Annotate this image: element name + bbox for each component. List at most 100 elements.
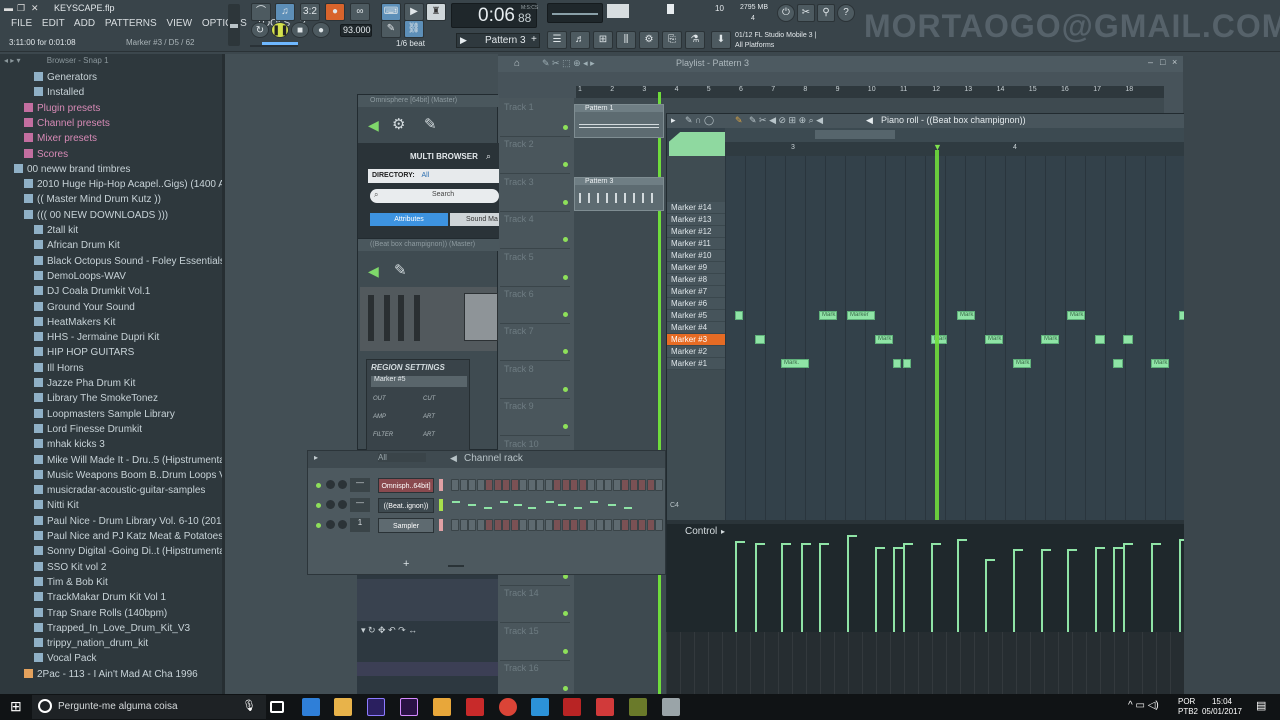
track-mute-led[interactable]: [563, 648, 568, 654]
record-mode-button[interactable]: ●: [325, 3, 345, 21]
piano-roll-tools-icons[interactable]: ✎ ∩ ◯: [685, 115, 714, 126]
menu-add[interactable]: ADD: [74, 18, 95, 29]
add-pattern-icon[interactable]: +: [531, 34, 537, 45]
track-header[interactable]: Track 7: [500, 324, 570, 362]
track-mute-led[interactable]: [563, 386, 568, 392]
marker-key[interactable]: Marker #7: [667, 286, 725, 298]
step-button[interactable]: [646, 479, 655, 491]
add-channel-button[interactable]: +: [403, 558, 409, 570]
menu-options[interactable]: OPTIONS: [202, 18, 247, 29]
pattern-clip-3[interactable]: Pattern 3: [574, 177, 664, 211]
plugin-picker-icon[interactable]: ⚗: [685, 31, 705, 49]
browser-item[interactable]: Mixer presets: [0, 131, 222, 146]
attributes-tab[interactable]: Attributes: [370, 213, 448, 226]
sampler-fader-2[interactable]: [384, 295, 390, 341]
channel-led[interactable]: [316, 503, 321, 508]
channel-select-indicator[interactable]: [439, 499, 443, 511]
step-button[interactable]: [629, 479, 638, 491]
time-sig-button[interactable]: 3:2: [300, 3, 320, 21]
chrome-icon[interactable]: [499, 698, 517, 716]
step-button[interactable]: [655, 479, 663, 491]
step-button[interactable]: [587, 479, 595, 491]
step-button[interactable]: [553, 519, 561, 531]
maps-icon[interactable]: [531, 698, 549, 716]
note[interactable]: Mark.: [781, 359, 809, 368]
browser-icon[interactable]: ⎘: [662, 31, 682, 49]
track-header[interactable]: Track 14: [500, 586, 570, 624]
track-header[interactable]: Track 9: [500, 399, 570, 437]
browser-item[interactable]: HIP HOP GUITARS: [0, 345, 222, 360]
browser-item[interactable]: Lord Finesse Drumkit: [0, 422, 222, 437]
record-button[interactable]: ●: [312, 22, 330, 38]
file-explorer-icon[interactable]: [334, 698, 352, 716]
channel-pan-knob[interactable]: [326, 480, 335, 489]
piano-roll-playhead[interactable]: [935, 150, 939, 520]
track-mute-led[interactable]: [563, 686, 568, 691]
step-button[interactable]: [638, 479, 646, 491]
sampler-fader-3[interactable]: [398, 295, 404, 341]
note[interactable]: [893, 359, 901, 368]
menu-file[interactable]: FILE: [11, 18, 32, 29]
beatbox-active-icon[interactable]: ◀: [368, 263, 379, 280]
browser-item[interactable]: SSO Kit vol 2: [0, 560, 222, 575]
browser-item[interactable]: Sonny Digital -Going Di..t (Hipstrumenta…: [0, 544, 257, 559]
step-button[interactable]: [459, 479, 468, 491]
browser-item[interactable]: Paul Nice and PJ Katz Meat & Potatoes Vo…: [0, 529, 273, 544]
track-mute-led[interactable]: [563, 274, 568, 280]
windows-start-icon[interactable]: ⊞: [10, 698, 22, 715]
draw-tool-icon[interactable]: ✎: [735, 115, 743, 126]
playlist-tools-icon[interactable]: ✎ ✂ ⬚ ⊕ ◂ ▸: [542, 58, 595, 69]
step-button[interactable]: [570, 479, 578, 491]
track-mute-led[interactable]: [563, 611, 568, 617]
step-button[interactable]: [468, 519, 476, 531]
browser-item[interactable]: Trapped_In_Love_Drum_Kit_V3: [0, 621, 222, 636]
channel-mixer-track[interactable]: —: [350, 498, 370, 512]
app-icon-red[interactable]: [466, 698, 484, 716]
playlist-close-icon[interactable]: ×: [1172, 57, 1177, 67]
note[interactable]: [1113, 359, 1123, 368]
channel-name-button[interactable]: Omnisph..64bit]: [378, 478, 434, 493]
marker-key[interactable]: Marker #6: [667, 298, 725, 310]
browser-item[interactable]: Black Octopus Sound - Foley Essentials b…: [0, 254, 254, 269]
step-button[interactable]: [510, 479, 519, 491]
browser-item[interactable]: Installed: [0, 85, 222, 100]
menu-edit[interactable]: EDIT: [42, 18, 65, 29]
step-button[interactable]: [493, 519, 502, 531]
browser-item[interactable]: DJ Coala Drumkit Vol.1: [0, 284, 222, 299]
channel-pan-knob[interactable]: [326, 500, 335, 509]
browser-item[interactable]: 2010 Huge Hip-Hop Acapel..Gigs) (1400 Ac…: [0, 177, 265, 192]
time-display[interactable]: 0:06 88 M:S:CS: [451, 3, 538, 28]
menu-patterns[interactable]: PATTERNS: [105, 18, 157, 29]
browser-item[interactable]: (( Master Mind Drum Kutz )): [0, 192, 222, 207]
velocity-bar[interactable]: [1041, 551, 1043, 637]
track-mute-led[interactable]: [563, 237, 568, 243]
step-button[interactable]: [468, 479, 476, 491]
playlist-min-icon[interactable]: –: [1148, 57, 1153, 67]
news-panel[interactable]: 01/12 FL Studio Mobile 3 | All Platforms: [735, 31, 816, 51]
step-button[interactable]: [570, 519, 578, 531]
note[interactable]: Mark.: [819, 311, 837, 320]
velocity-bar[interactable]: [1095, 549, 1097, 637]
loop-icon[interactable]: ↻: [251, 22, 269, 38]
play-sync-button[interactable]: ▶: [404, 3, 424, 21]
step-button[interactable]: [502, 519, 510, 531]
marker-key[interactable]: Marker #14: [667, 202, 725, 214]
download-icon[interactable]: ⬇: [711, 31, 731, 49]
velocity-bar[interactable]: [1151, 545, 1153, 637]
fl-studio-icon[interactable]: [433, 698, 451, 716]
playlist-menu-icon[interactable]: ⌂: [514, 58, 520, 69]
step-button[interactable]: [638, 519, 646, 531]
browser-item[interactable]: Ground Your Sound: [0, 300, 222, 315]
step-button[interactable]: [459, 519, 468, 531]
tools-icon[interactable]: ✂: [797, 4, 815, 22]
pattern-song-icon[interactable]: ⌒: [251, 3, 271, 21]
wrench-icon[interactable]: ✎: [424, 115, 437, 133]
piano-roll-speaker-icon[interactable]: ◀: [866, 115, 873, 126]
note[interactable]: [755, 335, 765, 344]
pause-button[interactable]: ❚❚: [271, 22, 289, 38]
track-mute-led[interactable]: [563, 349, 568, 355]
note[interactable]: Marker #5: [847, 311, 875, 320]
piano-roll-zoom-handle[interactable]: [669, 132, 725, 156]
track-header[interactable]: Track 4: [500, 212, 570, 250]
velocity-bar[interactable]: [781, 545, 783, 637]
